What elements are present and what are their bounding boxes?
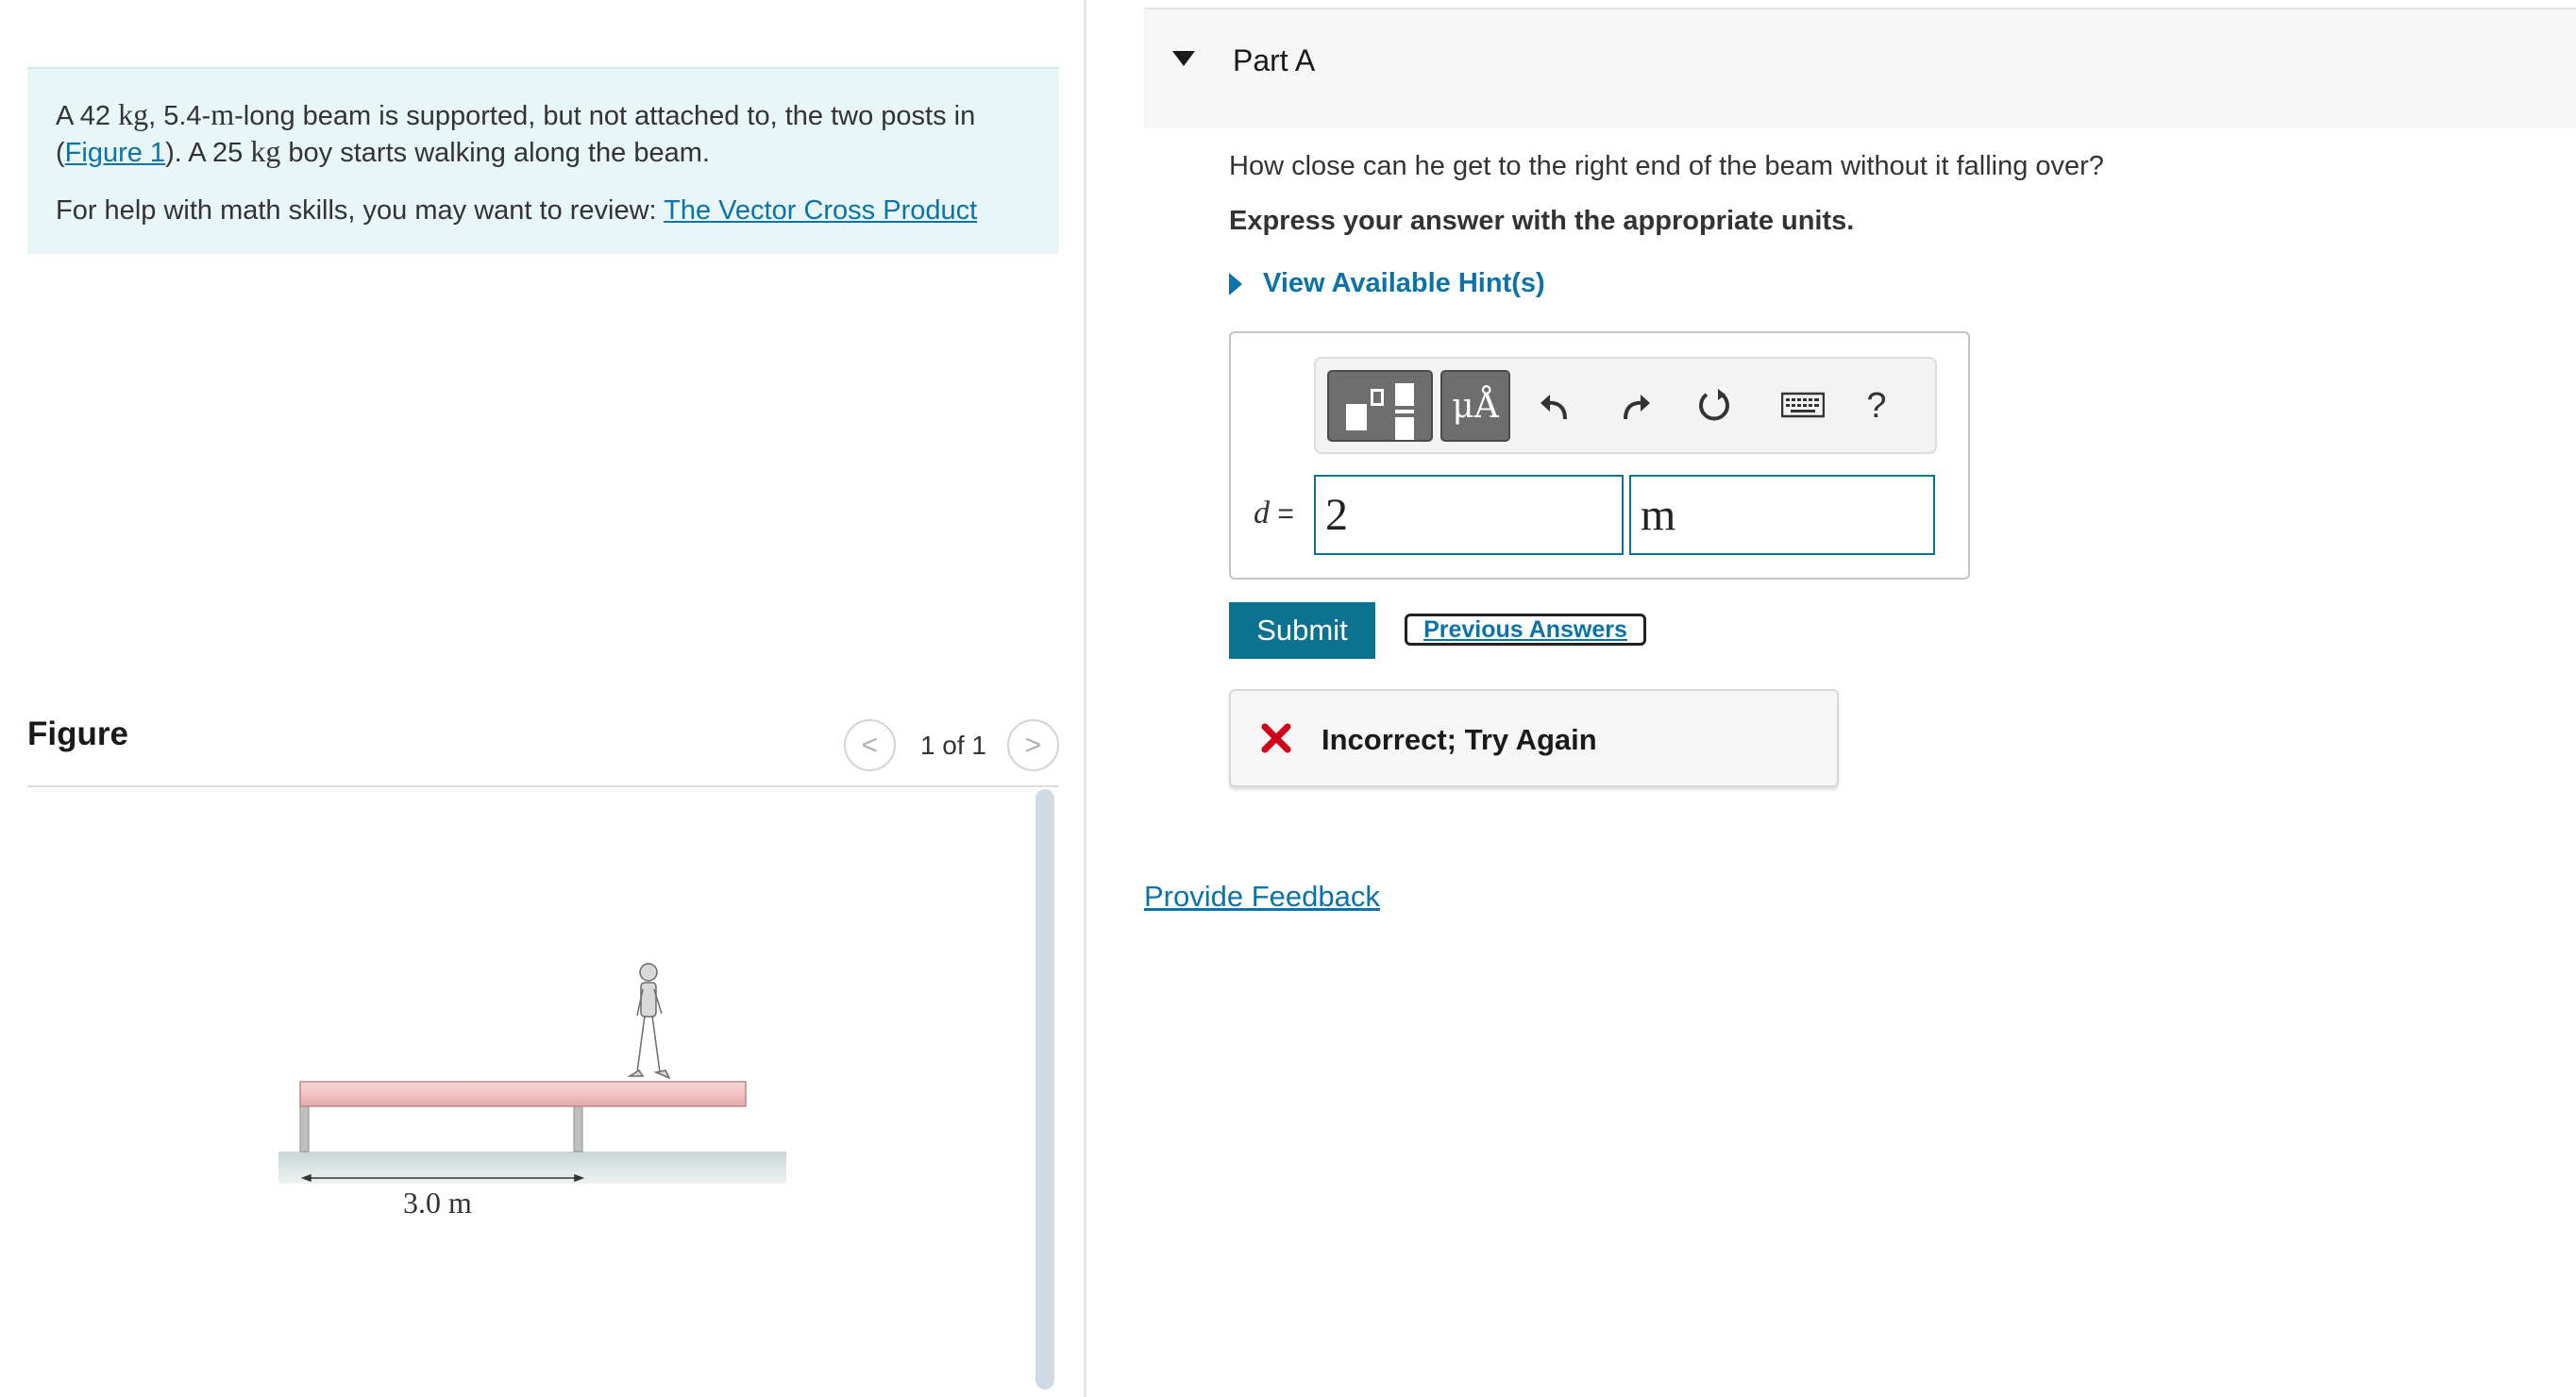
expand-caret-icon: [1229, 272, 1242, 295]
previous-figure-button[interactable]: <: [843, 719, 896, 771]
redo-button[interactable]: [1608, 379, 1661, 432]
boy-figure: [627, 963, 671, 1080]
dimension-label: 3.0 m: [403, 1186, 472, 1220]
answer-box: μÅ ? d = 2 m: [1229, 331, 1970, 580]
units-icon: μÅ: [1452, 386, 1499, 426]
next-figure-button[interactable]: >: [1007, 719, 1059, 771]
variable-label: d =: [1254, 496, 1294, 530]
view-hints-toggle[interactable]: View Available Hint(s): [1229, 268, 1545, 299]
provide-feedback-link[interactable]: Provide Feedback: [1144, 880, 1380, 914]
panel-divider: [1084, 0, 1086, 1397]
feedback-text: Incorrect; Try Again: [1322, 723, 1597, 756]
answer-unit-input[interactable]: m: [1629, 475, 1935, 555]
previous-answers-button[interactable]: Previous Answers: [1405, 614, 1646, 646]
answer-value-input[interactable]: 2: [1314, 475, 1624, 555]
figure-image: 3.0 m: [27, 789, 1028, 1393]
beam-diagram: 3.0 m: [278, 963, 786, 1220]
question-text: How close can he get to the right end of…: [1229, 151, 2104, 181]
problem-statement: A 42 kg, 5.4-m-long beam is supported, b…: [27, 67, 1059, 254]
ground: [278, 1152, 786, 1184]
part-a-header[interactable]: Part A: [1144, 8, 2576, 128]
submit-button[interactable]: Submit: [1229, 602, 1375, 659]
figure-page-count: 1 of 1: [919, 730, 986, 760]
math-toolbar: μÅ ?: [1314, 357, 1937, 454]
help-button[interactable]: ?: [1850, 379, 1903, 432]
problem-text: A 42 kg, 5.4-m-long beam is supported, b…: [56, 97, 976, 168]
figure-title: Figure: [27, 715, 128, 752]
problem-panel: A 42 kg, 5.4-m-long beam is supported, b…: [0, 0, 1084, 1397]
figure-pager: < 1 of 1 >: [843, 719, 1059, 771]
incorrect-x-icon: [1261, 723, 1291, 753]
collapse-caret-icon[interactable]: [1172, 51, 1195, 66]
redo-icon: [1624, 395, 1650, 420]
part-title: Part A: [1233, 43, 1316, 77]
right-post: [573, 1105, 583, 1153]
help-text: For help with math skills, you may want …: [56, 195, 978, 226]
figure-link[interactable]: Figure 1: [65, 138, 165, 168]
figure-header: Figure < 1 of 1 >: [27, 710, 1059, 787]
undo-icon: [1541, 395, 1567, 420]
help-icon: ?: [1866, 385, 1887, 426]
chevron-left-icon: <: [861, 729, 879, 761]
undo-button[interactable]: [1529, 379, 1582, 432]
beam: [299, 1081, 747, 1107]
templates-button[interactable]: [1327, 370, 1433, 442]
keyboard-icon: [1781, 392, 1825, 418]
keyboard-button[interactable]: [1776, 379, 1829, 432]
reset-button[interactable]: [1688, 379, 1741, 432]
reset-icon: [1699, 389, 1729, 421]
vector-cross-product-link[interactable]: The Vector Cross Product: [664, 195, 977, 226]
units-button[interactable]: μÅ: [1440, 370, 1510, 442]
chevron-right-icon: >: [1024, 729, 1042, 761]
feedback-message: Incorrect; Try Again: [1229, 689, 1839, 787]
figure-scrollbar[interactable]: [1035, 789, 1054, 1389]
hint-label: View Available Hint(s): [1263, 268, 1545, 298]
instruction-text: Express your answer with the appropriate…: [1229, 206, 1855, 236]
left-post: [299, 1105, 310, 1153]
